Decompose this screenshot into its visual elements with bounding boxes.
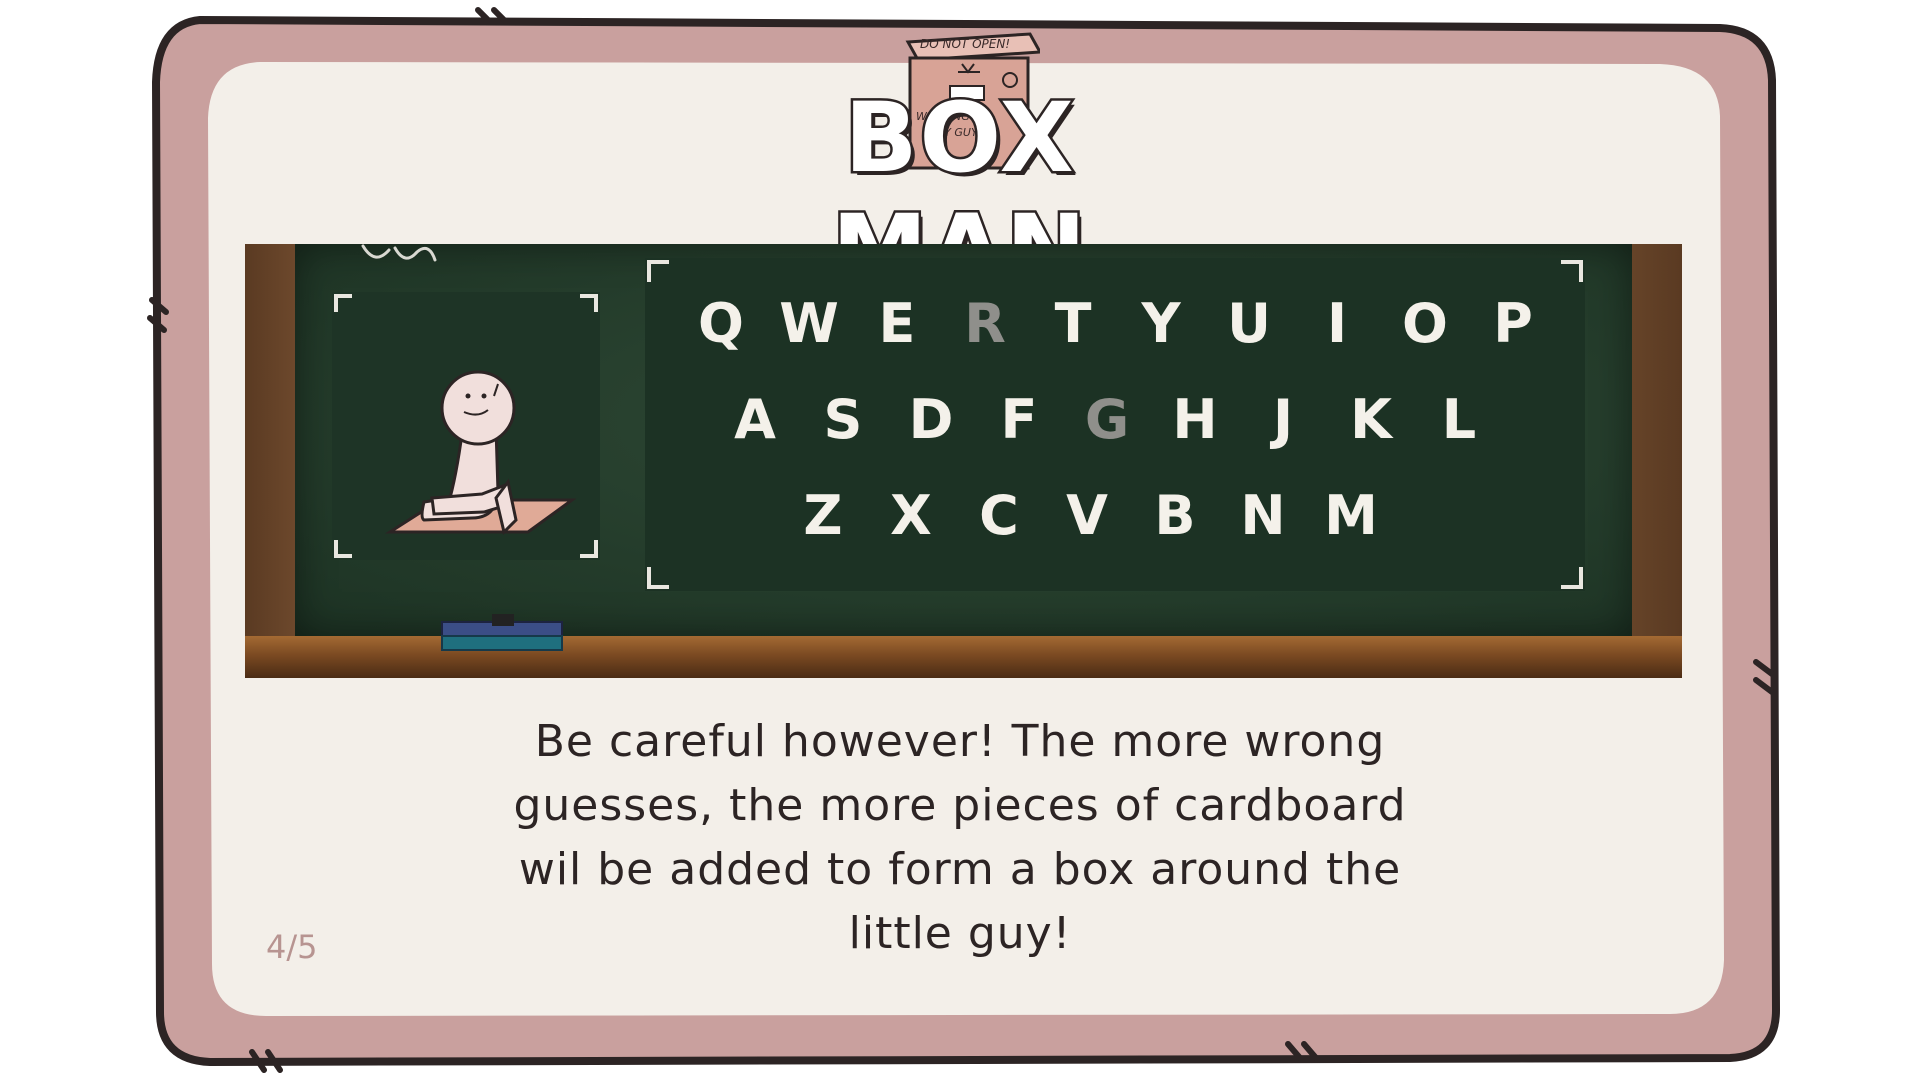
key-g[interactable]: G	[1077, 380, 1137, 460]
key-b[interactable]: B	[1145, 476, 1205, 556]
key-i[interactable]: I	[1307, 284, 1367, 364]
key-y[interactable]: Y	[1131, 284, 1191, 364]
letter-keyboard: QWERTYUIOP ASDFGHJKL ZXCVBNM	[645, 258, 1585, 591]
key-k[interactable]: K	[1341, 380, 1401, 460]
key-h[interactable]: H	[1165, 380, 1225, 460]
chalkboard-scene: QWERTYUIOP ASDFGHJKL ZXCVBNM	[245, 244, 1682, 678]
key-m[interactable]: M	[1321, 476, 1381, 556]
instruction-line: Be careful however! The more wrong	[534, 716, 1386, 767]
key-c[interactable]: C	[969, 476, 1029, 556]
key-d[interactable]: D	[901, 380, 961, 460]
title-area: DO NOT OPEN! WARNING TINY GUY BOX MAN	[740, 20, 1180, 309]
instruction-line: wil be added to form a box around the	[518, 844, 1402, 895]
key-t[interactable]: T	[1043, 284, 1103, 364]
key-w[interactable]: W	[779, 284, 839, 364]
character-panel	[332, 292, 600, 560]
key-x[interactable]: X	[881, 476, 941, 556]
key-p[interactable]: P	[1483, 284, 1543, 364]
instruction-text: Be careful however! The more wrong guess…	[465, 710, 1455, 966]
key-u[interactable]: U	[1219, 284, 1279, 364]
instruction-line: little guy!	[848, 908, 1072, 959]
key-r[interactable]: R	[955, 284, 1015, 364]
key-a[interactable]: A	[725, 380, 785, 460]
page-counter: 4/5	[266, 928, 318, 966]
key-v[interactable]: V	[1057, 476, 1117, 556]
key-j[interactable]: J	[1253, 380, 1313, 460]
key-l[interactable]: L	[1429, 380, 1489, 460]
logo-line-1: DO NOT OPEN!	[920, 37, 1010, 51]
key-o[interactable]: O	[1395, 284, 1455, 364]
key-f[interactable]: F	[989, 380, 1049, 460]
instruction-line: guesses, the more pieces of cardboard	[513, 780, 1407, 831]
little-guy-icon	[334, 294, 598, 558]
key-z[interactable]: Z	[793, 476, 853, 556]
key-n[interactable]: N	[1233, 476, 1293, 556]
key-e[interactable]: E	[867, 284, 927, 364]
key-s[interactable]: S	[813, 380, 873, 460]
chalk-scribble-icon	[361, 244, 437, 262]
chalk-eraser-icon	[441, 614, 563, 651]
key-q[interactable]: Q	[691, 284, 751, 364]
